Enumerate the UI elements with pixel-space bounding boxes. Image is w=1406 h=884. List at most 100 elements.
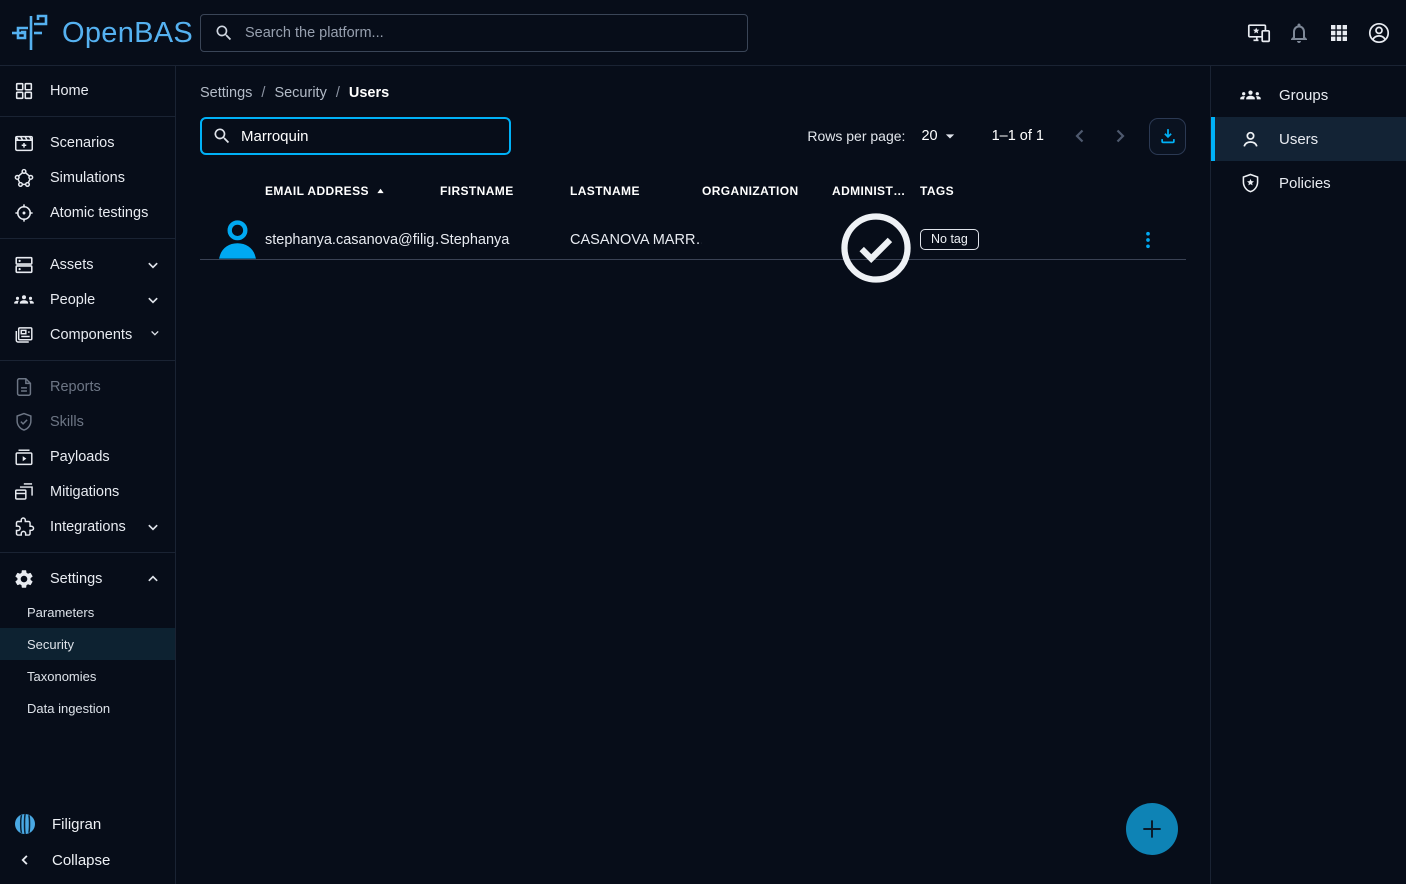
document-icon bbox=[13, 376, 35, 398]
user-table-row[interactable]: stephanya.casanova@filig… Stephanya CASA… bbox=[200, 212, 1186, 260]
groups-icon bbox=[13, 289, 35, 311]
right-panel-label: Groups bbox=[1279, 87, 1328, 104]
collapse-sidebar-button[interactable]: Collapse bbox=[0, 842, 175, 878]
users-table: Email address Firstname Lastname Organiz… bbox=[200, 170, 1186, 260]
chevron-down-icon bbox=[143, 517, 163, 537]
breadcrumb-settings[interactable]: Settings bbox=[200, 85, 252, 101]
cell-email: stephanya.casanova@filig… bbox=[265, 232, 440, 248]
right-panel-item-users[interactable]: Users bbox=[1211, 117, 1406, 161]
breadcrumb-security[interactable]: Security bbox=[274, 85, 326, 101]
chevron-left-icon bbox=[13, 848, 37, 872]
sidebar-subitem-label: Parameters bbox=[27, 605, 94, 620]
rows-per-page-value: 20 bbox=[921, 128, 937, 144]
gear-icon bbox=[13, 568, 35, 590]
sidebar-footer: Filigran Collapse bbox=[0, 806, 175, 878]
devices-star-icon[interactable] bbox=[1247, 21, 1271, 45]
sidebar-item-skills: Skills bbox=[0, 404, 175, 439]
sidebar-item-simulations[interactable]: Simulations bbox=[0, 160, 175, 195]
sidebar-item-components[interactable]: Components bbox=[0, 317, 175, 352]
breadcrumb: Settings / Security / Users bbox=[200, 85, 389, 101]
add-icon bbox=[1139, 816, 1165, 842]
chevron-down-icon bbox=[143, 255, 163, 275]
next-page-button[interactable] bbox=[1108, 124, 1132, 148]
sidebar-subitem-label: Data ingestion bbox=[27, 701, 110, 716]
rows-per-page-label: Rows per page: bbox=[807, 128, 905, 144]
search-icon bbox=[214, 23, 234, 43]
platform-search[interactable] bbox=[200, 14, 748, 52]
person-icon bbox=[1239, 128, 1262, 151]
column-header-firstname[interactable]: Firstname bbox=[440, 184, 570, 198]
openbas-logo-icon bbox=[8, 10, 54, 56]
cell-admin bbox=[832, 188, 920, 292]
filigran-brand[interactable]: Filigran bbox=[0, 806, 175, 842]
sidebar-item-integrations[interactable]: Integrations bbox=[0, 509, 175, 544]
cell-tags: No tag bbox=[920, 229, 1110, 250]
pagination-range: 1–1 of 1 bbox=[992, 128, 1044, 144]
topbar-actions bbox=[1247, 0, 1391, 66]
table-header-row: Email address Firstname Lastname Organiz… bbox=[200, 170, 1186, 212]
main-content: Settings / Security / Users Rows per pag… bbox=[176, 66, 1210, 884]
filigran-logo-icon bbox=[13, 812, 37, 836]
target-icon bbox=[13, 202, 35, 224]
sidebar-subitem-security[interactable]: Security bbox=[0, 628, 175, 660]
hub-icon bbox=[13, 167, 35, 189]
dynamic-feed-icon bbox=[13, 481, 35, 503]
pagination-toolbar: Rows per page: 20 1–1 of 1 bbox=[807, 117, 1186, 155]
search-icon bbox=[212, 126, 232, 146]
newspaper-icon bbox=[13, 324, 35, 346]
add-user-fab[interactable] bbox=[1126, 803, 1178, 855]
right-panel-label: Users bbox=[1279, 131, 1318, 148]
divider bbox=[0, 552, 175, 553]
sidebar-subitem-data-ingestion[interactable]: Data ingestion bbox=[0, 692, 175, 724]
storage-icon bbox=[13, 254, 35, 276]
column-header-tags[interactable]: Tags bbox=[920, 184, 1110, 198]
account-circle-icon[interactable] bbox=[1367, 21, 1391, 45]
previous-page-button[interactable] bbox=[1068, 124, 1092, 148]
sidebar-item-scenarios[interactable]: Scenarios bbox=[0, 125, 175, 160]
apps-grid-icon[interactable] bbox=[1327, 21, 1351, 45]
sidebar-item-label: Atomic testings bbox=[50, 205, 148, 221]
cell-lastname: CASANOVA MARR… bbox=[570, 232, 702, 248]
sidebar-item-people[interactable]: People bbox=[0, 282, 175, 317]
users-filter-search[interactable] bbox=[200, 117, 511, 155]
openbas-logo[interactable]: OpenBAS bbox=[8, 0, 193, 66]
subscriptions-icon bbox=[13, 446, 35, 468]
divider bbox=[0, 116, 175, 117]
left-sidebar: Home Scenarios Simulations bbox=[0, 66, 176, 884]
row-menu-button[interactable] bbox=[1135, 227, 1161, 253]
sidebar-item-settings[interactable]: Settings bbox=[0, 561, 175, 596]
sidebar-item-label: Home bbox=[50, 83, 89, 99]
security-right-panel: Groups Users Policies bbox=[1210, 66, 1406, 884]
chevron-down-icon bbox=[147, 325, 163, 345]
right-panel-item-policies[interactable]: Policies bbox=[1211, 161, 1406, 205]
sidebar-item-atomic-testings[interactable]: Atomic testings bbox=[0, 195, 175, 230]
right-panel-item-groups[interactable]: Groups bbox=[1211, 73, 1406, 117]
sidebar-subitem-taxonomies[interactable]: Taxonomies bbox=[0, 660, 175, 692]
sidebar-item-assets[interactable]: Assets bbox=[0, 247, 175, 282]
column-header-lastname[interactable]: Lastname bbox=[570, 184, 702, 198]
sidebar-item-label: Mitigations bbox=[50, 484, 119, 500]
sidebar-item-label: Assets bbox=[50, 257, 94, 273]
column-header-organization[interactable]: Organization bbox=[702, 184, 832, 198]
users-filter-input[interactable] bbox=[241, 128, 499, 145]
top-bar: OpenBAS bbox=[0, 0, 1406, 66]
column-header-email[interactable]: Email address bbox=[265, 184, 440, 199]
platform-search-input[interactable] bbox=[245, 25, 734, 41]
sidebar-item-home[interactable]: Home bbox=[0, 73, 175, 108]
export-button[interactable] bbox=[1149, 118, 1186, 155]
rows-per-page-select[interactable]: 20 bbox=[921, 126, 959, 146]
sidebar-item-reports: Reports bbox=[0, 369, 175, 404]
sidebar-subitem-label: Taxonomies bbox=[27, 669, 96, 684]
dashboard-icon bbox=[13, 80, 35, 102]
sidebar-subitem-parameters[interactable]: Parameters bbox=[0, 596, 175, 628]
chevron-down-icon bbox=[143, 290, 163, 310]
sidebar-item-label: Reports bbox=[50, 379, 101, 395]
divider bbox=[0, 360, 175, 361]
chevron-up-icon bbox=[143, 569, 163, 589]
notifications-bell-icon[interactable] bbox=[1287, 21, 1311, 45]
sidebar-item-mitigations[interactable]: Mitigations bbox=[0, 474, 175, 509]
puzzle-icon bbox=[13, 516, 35, 538]
check-circle-icon bbox=[832, 204, 920, 292]
sidebar-item-payloads[interactable]: Payloads bbox=[0, 439, 175, 474]
sidebar-item-label: Integrations bbox=[50, 519, 126, 535]
